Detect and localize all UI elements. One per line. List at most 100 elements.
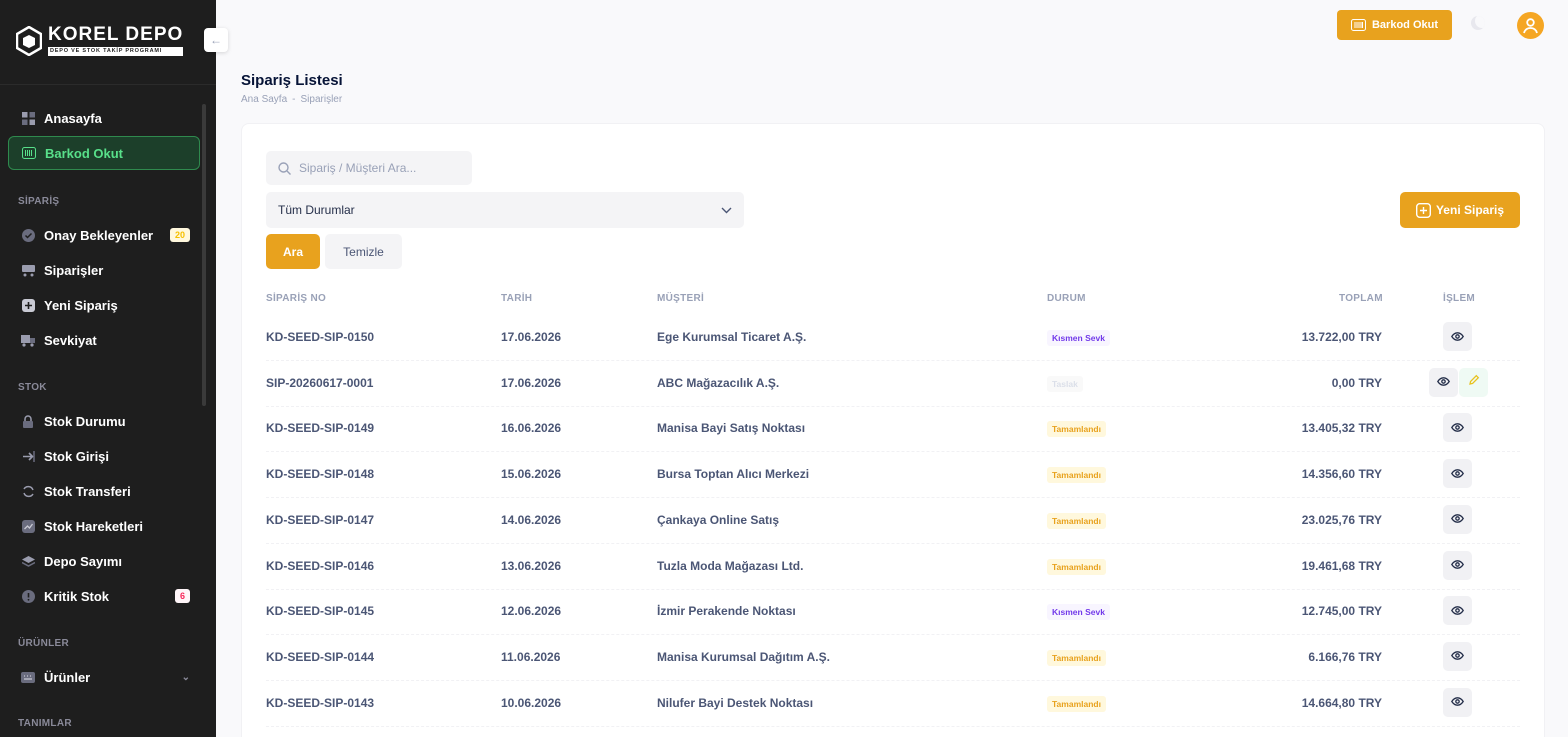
section-title-siparis: SİPARİŞ bbox=[18, 196, 60, 207]
brand-name: KOREL DEPO bbox=[48, 24, 184, 45]
eye-icon bbox=[1451, 602, 1464, 620]
order-number[interactable]: KD-SEED-SIP-0143 bbox=[266, 696, 374, 710]
refresh-icon bbox=[21, 484, 35, 498]
sidebar-item-label: Stok Transferi bbox=[44, 483, 131, 499]
sidebar-item-onay-bekleyenler[interactable]: Onay Bekleyenler 20 bbox=[8, 218, 200, 252]
order-total: 14.356,60 TRY bbox=[1301, 467, 1382, 482]
order-date: 10.06.2026 bbox=[501, 695, 562, 710]
table-row[interactable]: KD-SEED-SIP-0147 14.06.2026 Çankaya Online… bbox=[266, 498, 1520, 544]
view-button[interactable] bbox=[1443, 687, 1472, 717]
status-badge: Tamamlandı bbox=[1047, 421, 1106, 438]
status-badge: Tamamlandı bbox=[1047, 558, 1106, 575]
plus-square-icon bbox=[1415, 202, 1431, 218]
pencil-icon bbox=[1468, 373, 1480, 391]
table-row[interactable]: KD-SEED-SIP-0149 16.06.2026 Manisa Bayi Sa… bbox=[266, 406, 1520, 453]
grid-icon bbox=[21, 111, 35, 125]
eye-icon bbox=[1451, 328, 1464, 346]
view-button[interactable] bbox=[1429, 367, 1458, 397]
status-badge: Kısmen Sevk bbox=[1047, 330, 1110, 346]
edit-button[interactable] bbox=[1459, 367, 1488, 397]
page-title: Sipariş Listesi bbox=[241, 72, 343, 89]
search-box[interactable] bbox=[266, 151, 472, 185]
sidebar-item-barkod-okut[interactable]: Barkod Okut bbox=[8, 136, 200, 170]
breadcrumb-separator: - bbox=[292, 94, 296, 105]
search-input[interactable] bbox=[299, 161, 459, 175]
logo[interactable]: KOREL DEPO DEPO VE STOK TAKİP PROGRAMI bbox=[16, 24, 184, 56]
sidebar-item-label: Kritik Stok bbox=[44, 588, 110, 604]
order-total: 13.722,00 TRY bbox=[1301, 330, 1382, 344]
critical-count-badge: 6 bbox=[174, 589, 190, 603]
sidebar-item-stok-hareketleri[interactable]: Stok Hareketleri bbox=[8, 509, 200, 543]
order-number[interactable]: SIP-20260617-0001 bbox=[266, 376, 373, 390]
new-order-button[interactable]: Yeni Sipariş bbox=[1400, 192, 1520, 228]
sidebar-item-label: Depo Sayımı bbox=[44, 553, 123, 569]
column-header-status[interactable]: DURUM bbox=[1047, 293, 1086, 304]
sidebar-item-anasayfa[interactable]: Anasayfa bbox=[8, 101, 200, 135]
sidebar-item-sevkiyat[interactable]: Sevkiyat bbox=[8, 323, 200, 357]
alert-icon bbox=[21, 589, 35, 603]
view-button[interactable] bbox=[1443, 504, 1472, 534]
order-number[interactable]: KD-SEED-SIP-0149 bbox=[266, 421, 374, 435]
sidebar-item-depo-sayimi[interactable]: Depo Sayımı bbox=[8, 544, 200, 578]
plus-square-icon bbox=[21, 298, 35, 312]
view-button[interactable] bbox=[1443, 641, 1472, 671]
eye-icon bbox=[1437, 373, 1450, 391]
sidebar-item-label: Sevkiyat bbox=[44, 332, 97, 348]
sidebar-item-stok-transferi[interactable]: Stok Transferi bbox=[8, 474, 200, 508]
eye-icon bbox=[1451, 510, 1464, 528]
column-header-customer[interactable]: MÜŞTERİ bbox=[657, 293, 704, 304]
view-button[interactable] bbox=[1443, 596, 1472, 626]
table-row[interactable]: SIP-20260617-0001 17.06.2026 ABC Mağazacıl… bbox=[266, 361, 1520, 407]
table-row[interactable]: KD-SEED-SIP-0146 13.06.2026 Tuzla Moda Mağ… bbox=[266, 544, 1520, 590]
sidebar-toggle-button[interactable]: ← bbox=[204, 28, 228, 52]
sidebar-scrollbar[interactable] bbox=[202, 104, 206, 406]
table-row[interactable]: KD-SEED-SIP-0148 15.06.2026 Bursa Toptan A… bbox=[266, 452, 1520, 499]
sidebar-item-yeni-siparis[interactable]: Yeni Sipariş bbox=[8, 288, 200, 322]
order-number[interactable]: KD-SEED-SIP-0144 bbox=[266, 650, 374, 664]
order-total: 12.745,00 TRY bbox=[1301, 604, 1382, 619]
sidebar-item-siparisler[interactable]: Siparişler bbox=[8, 253, 200, 287]
order-date: 12.06.2026 bbox=[501, 604, 562, 619]
view-button[interactable] bbox=[1443, 413, 1472, 443]
order-number[interactable]: KD-SEED-SIP-0146 bbox=[266, 559, 374, 573]
layers-icon bbox=[21, 554, 35, 568]
arrow-right-icon bbox=[21, 449, 35, 463]
breadcrumb-home[interactable]: Ana Sayfa bbox=[241, 94, 287, 105]
order-number[interactable]: KD-SEED-SIP-0145 bbox=[266, 604, 374, 618]
table-row[interactable]: KD-SEED-SIP-0145 12.06.2026 İzmir Perakend… bbox=[266, 589, 1520, 636]
column-header-total[interactable]: TOPLAM bbox=[1339, 293, 1383, 304]
clear-button[interactable]: Temizle bbox=[325, 234, 402, 269]
order-number[interactable]: KD-SEED-SIP-0148 bbox=[266, 467, 374, 481]
customer-name: ABC Mağazacılık A.Ş. bbox=[657, 375, 780, 390]
table-row[interactable]: KD-SEED-SIP-0143 10.06.2026 Nilufer Bayi D… bbox=[266, 681, 1520, 727]
brand-tagline: DEPO VE STOK TAKİP PROGRAMI bbox=[48, 47, 184, 56]
user-icon bbox=[1523, 18, 1538, 34]
sidebar-item-label: Barkod Okut bbox=[45, 145, 124, 161]
sidebar-item-label: Anasayfa bbox=[44, 110, 102, 126]
order-number[interactable]: KD-SEED-SIP-0150 bbox=[266, 330, 374, 344]
status-badge: Kısmen Sevk bbox=[1047, 604, 1110, 621]
header-barkod-button[interactable]: Barkod Okut bbox=[1337, 10, 1452, 40]
order-date: 13.06.2026 bbox=[501, 558, 562, 573]
order-total: 14.664,80 TRY bbox=[1301, 695, 1382, 710]
order-date: 17.06.2026 bbox=[501, 330, 562, 344]
sidebar-item-kritik-stok[interactable]: Kritik Stok 6 bbox=[8, 579, 200, 613]
view-button[interactable] bbox=[1443, 550, 1472, 580]
search-button[interactable]: Ara bbox=[266, 234, 320, 269]
column-header-date[interactable]: TARİH bbox=[501, 293, 532, 304]
sidebar-item-stok-durumu[interactable]: Stok Durumu bbox=[8, 404, 200, 438]
sidebar-item-urunler[interactable]: Ürünler ⌄ bbox=[8, 660, 200, 694]
view-button[interactable] bbox=[1443, 322, 1472, 351]
breadcrumb-current: Siparişler bbox=[300, 94, 343, 105]
status-select[interactable]: Tüm Durumlar bbox=[266, 192, 744, 228]
sidebar-item-label: Stok Durumu bbox=[44, 413, 126, 429]
table-row[interactable]: KD-SEED-SIP-0150 17.06.2026 Ege Kurumsal T… bbox=[266, 315, 1520, 361]
column-header-no[interactable]: SİPARİŞ NO bbox=[266, 293, 326, 304]
theme-toggle-moon-icon[interactable] bbox=[1471, 16, 1485, 30]
table-row[interactable]: KD-SEED-SIP-0144 11.06.2026 Manisa Kurumsa… bbox=[266, 635, 1520, 681]
order-number[interactable]: KD-SEED-SIP-0147 bbox=[266, 513, 374, 527]
user-avatar[interactable] bbox=[1517, 12, 1544, 39]
view-button[interactable] bbox=[1443, 459, 1472, 489]
sidebar-item-stok-girisi[interactable]: Stok Girişi bbox=[8, 439, 200, 473]
cart-icon bbox=[21, 263, 35, 277]
